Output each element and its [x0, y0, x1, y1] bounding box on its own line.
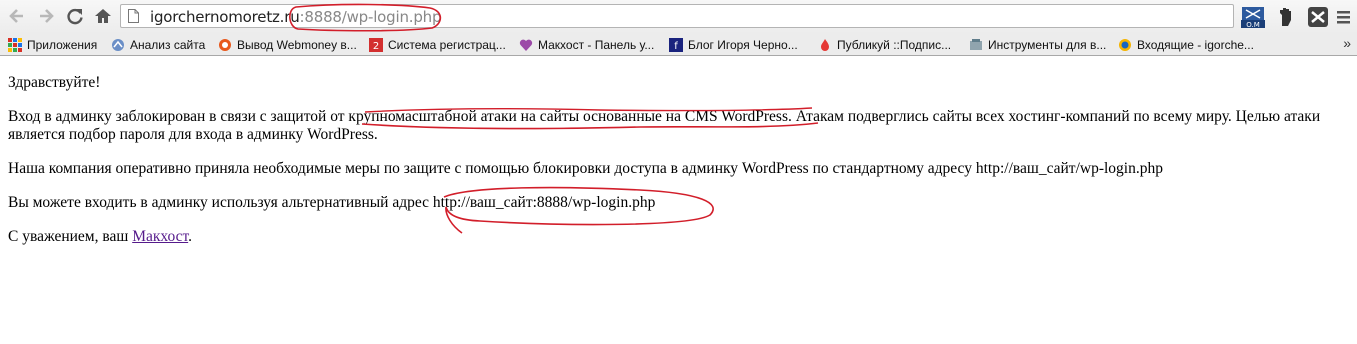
measures-paragraph: Наша компания оперативно приняла необход…	[8, 160, 1163, 177]
makhost-link[interactable]: Макхост	[132, 228, 188, 245]
bookmark-label: Инструменты для в...	[988, 38, 1107, 52]
address-path: :8888/wp-login.php	[299, 8, 442, 26]
tools-icon	[970, 39, 982, 50]
greeting-text: Здравствуйте!	[8, 74, 101, 91]
bookmark-analysis[interactable]: Анализ сайта	[111, 36, 205, 54]
ozon-ext-icon[interactable]: O.M	[1240, 6, 1265, 30]
reload-icon	[67, 8, 83, 25]
home-button[interactable]	[92, 5, 114, 27]
page-icon	[128, 9, 139, 23]
bookmark-inbox[interactable]: Входящие - igorche...	[1118, 36, 1254, 54]
page-content: Здравствуйте! Вход в админку заблокирова…	[8, 74, 1343, 262]
svg-text:O.M: O.M	[1246, 21, 1260, 29]
bookmark-makhost[interactable]: Макхост - Панель у...	[519, 36, 654, 54]
hand-ext-icon[interactable]	[1276, 6, 1300, 30]
bookmark-label: Система регистрац...	[388, 38, 506, 52]
signoff-paragraph: С уважением, ваш Макхост.	[8, 228, 1343, 246]
webmoney-icon	[219, 39, 231, 51]
registration-icon: 2	[369, 38, 383, 52]
back-button[interactable]	[6, 5, 28, 27]
heart-icon	[519, 39, 533, 51]
bookmark-label: Макхост - Панель у...	[538, 38, 655, 52]
blocked-notice-paragraph: Вход в админку заблокирован в связи с за…	[8, 108, 1321, 143]
browser-toolbar: igorchernomoretz.ru:8888/wp-login.php O.…	[0, 0, 1357, 34]
bookmark-label: Входящие - igorche...	[1137, 38, 1254, 52]
reload-button[interactable]	[64, 5, 86, 27]
bookmarks-overflow-button[interactable]: »	[1343, 35, 1351, 51]
alternative-address-paragraph: Вы можете входить в админку используя ал…	[8, 194, 656, 211]
address-bar[interactable]: igorchernomoretz.ru:8888/wp-login.php	[120, 4, 1234, 28]
inbox-icon	[1119, 39, 1131, 51]
bookmark-label: Вывод Webmoney в...	[237, 38, 357, 52]
bookmark-blog[interactable]: f Блог Игоря Черно...	[669, 36, 798, 54]
bookmark-label: Публикуй ::Подпис...	[837, 38, 952, 52]
bookmark-apps[interactable]: Приложения	[8, 36, 97, 54]
bookmark-webmoney[interactable]: Вывод Webmoney в...	[218, 36, 357, 54]
ext-icon[interactable]	[1307, 6, 1331, 30]
home-icon	[95, 9, 111, 23]
svg-text:f: f	[674, 41, 678, 52]
publish-icon	[821, 39, 829, 51]
address-url: igorchernomoretz.ru:8888/wp-login.php	[150, 8, 441, 26]
bookmark-publish[interactable]: Публикуй ::Подпис...	[818, 36, 951, 54]
menu-icon[interactable]	[1334, 6, 1357, 30]
svg-text:2: 2	[373, 41, 379, 52]
bookmark-label: Блог Игоря Черно...	[688, 38, 798, 52]
bookmark-registration[interactable]: 2 Система регистрац...	[369, 36, 506, 54]
apps-grid-icon	[8, 38, 22, 52]
bookmarks-bar: Приложения Анализ сайта Вывод Webmoney в…	[0, 34, 1357, 56]
bookmark-label: Приложения	[27, 38, 98, 52]
analysis-icon	[112, 39, 124, 51]
bookmark-label: Анализ сайта	[130, 38, 206, 52]
forward-button[interactable]	[35, 5, 57, 27]
signoff-prefix: С уважением, ваш	[8, 228, 133, 245]
bookmark-tools[interactable]: Инструменты для в...	[969, 36, 1106, 54]
address-host: igorchernomoretz.ru	[150, 8, 300, 26]
blog-icon: f	[669, 38, 683, 52]
signoff-suffix: .	[188, 228, 193, 245]
forward-arrow-icon	[40, 9, 54, 23]
back-arrow-icon	[9, 9, 23, 23]
